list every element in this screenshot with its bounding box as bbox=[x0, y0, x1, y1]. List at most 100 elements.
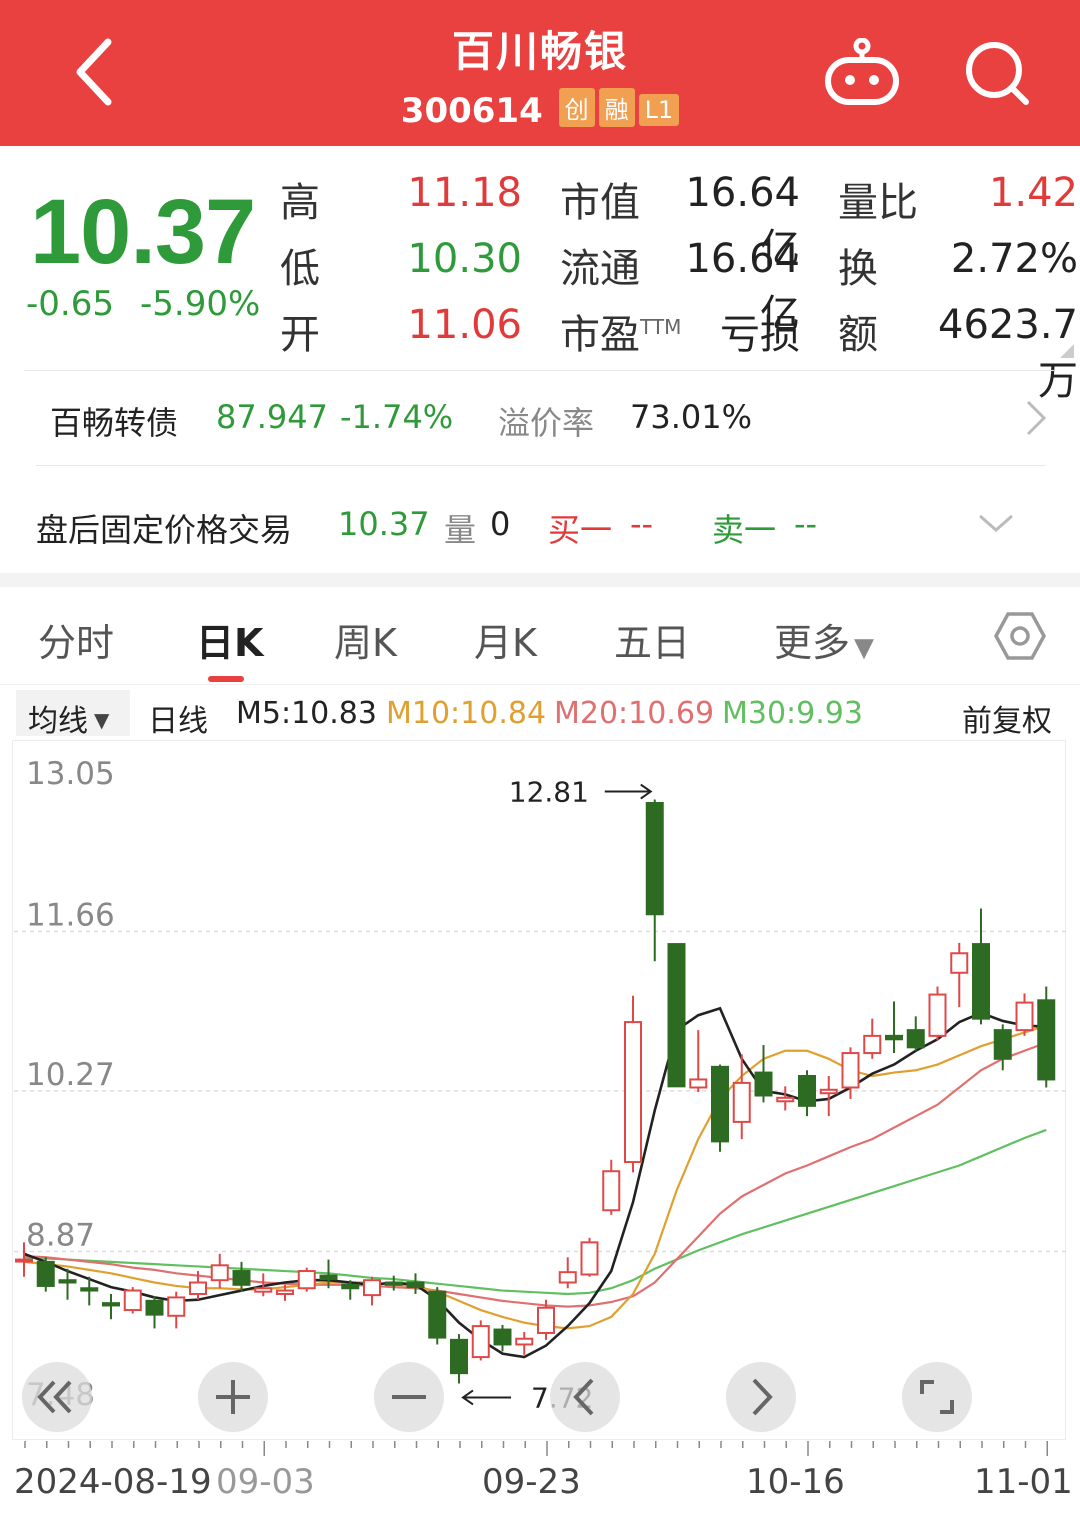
ma30-value: M30:9.93 bbox=[722, 696, 863, 731]
date-label: 11-01 bbox=[974, 1462, 1073, 1502]
ma5-value: M5:10.83 bbox=[236, 696, 377, 731]
active-tab-indicator bbox=[208, 676, 244, 682]
chevron-right-icon bbox=[1026, 400, 1047, 436]
fullscreen-button[interactable] bbox=[902, 1362, 972, 1432]
candle-body bbox=[689, 1078, 708, 1089]
float-cap-label: 流通 bbox=[560, 246, 640, 292]
chevron-left-icon bbox=[573, 1378, 594, 1416]
divider bbox=[36, 465, 1046, 466]
ma10-line bbox=[23, 1024, 1047, 1330]
ma10-value: M10:10.84 bbox=[386, 696, 547, 731]
candle-body bbox=[972, 943, 990, 1020]
candle-body bbox=[276, 1289, 294, 1295]
triangle-down-icon: ▼ bbox=[854, 633, 875, 663]
expand-corner-icon[interactable] bbox=[1060, 344, 1074, 358]
settings-hexagon-icon[interactable] bbox=[994, 610, 1046, 662]
candle-body bbox=[80, 1287, 99, 1292]
candle-body bbox=[1037, 999, 1056, 1081]
y-tick-label: 13.05 bbox=[26, 756, 115, 792]
candle-body bbox=[58, 1279, 77, 1284]
chevron-down-icon[interactable] bbox=[976, 510, 1016, 536]
low-label: 低 bbox=[280, 246, 320, 292]
volume-ratio-label: 量比 bbox=[838, 180, 918, 226]
candle-body bbox=[819, 1088, 838, 1095]
candle-body bbox=[776, 1096, 795, 1103]
candle-body bbox=[189, 1281, 207, 1295]
candle-body bbox=[950, 952, 969, 974]
price-adjust-toggle[interactable]: 前复权 bbox=[962, 696, 1052, 740]
candle-body bbox=[123, 1289, 142, 1312]
candle-body bbox=[515, 1337, 534, 1346]
zoom-out-button[interactable] bbox=[374, 1362, 444, 1432]
badge-chuang: 创 bbox=[558, 88, 595, 127]
ma20-line bbox=[23, 1041, 1047, 1308]
convertible-change: -1.74% bbox=[340, 398, 454, 436]
candle-body bbox=[906, 1029, 925, 1049]
stock-name: 百川畅银 bbox=[451, 27, 628, 76]
open-value: 11.06 bbox=[407, 302, 522, 348]
date-label: 10-16 bbox=[746, 1462, 845, 1502]
tab-intraday[interactable]: 分时 bbox=[38, 612, 114, 667]
y-tick-label: 11.66 bbox=[26, 897, 115, 933]
triangle-down-icon: ▼ bbox=[94, 708, 110, 732]
y-tick-label: 8.87 bbox=[26, 1218, 95, 1254]
rewind-button[interactable] bbox=[22, 1362, 92, 1432]
tab-more[interactable]: 更多 ▼ bbox=[774, 612, 874, 667]
candle-body bbox=[167, 1296, 186, 1317]
kline-chart[interactable]: 13.0511.6610.278.877.4812.817.72 bbox=[0, 740, 1080, 1460]
candle-body bbox=[1015, 1001, 1034, 1032]
ask-label: 卖一 bbox=[712, 511, 777, 549]
stock-code-row: 300614 创融 L1 bbox=[0, 88, 1080, 131]
robot-icon bbox=[825, 37, 899, 105]
candle-body bbox=[885, 1034, 903, 1041]
candle-body bbox=[602, 1170, 621, 1212]
candle-body bbox=[341, 1283, 360, 1290]
ask-value: -- bbox=[794, 505, 818, 543]
market-cap-label: 市值 bbox=[560, 180, 640, 226]
candle-body bbox=[667, 943, 686, 1088]
candle-body bbox=[232, 1270, 251, 1286]
date-label: 09-03 bbox=[216, 1462, 315, 1502]
tab-weekly-k[interactable]: 周K bbox=[334, 612, 397, 667]
convertible-name: 百畅转债 bbox=[50, 404, 179, 442]
ma30-line bbox=[23, 1128, 1047, 1296]
candle-body bbox=[319, 1274, 338, 1281]
candle-body bbox=[580, 1241, 599, 1276]
candle-body bbox=[254, 1287, 273, 1293]
candle-body bbox=[384, 1281, 403, 1286]
after-hours-volume: 0 bbox=[490, 505, 511, 543]
candle-body bbox=[406, 1281, 425, 1289]
premium-value: 73.01% bbox=[630, 398, 753, 436]
plus-icon bbox=[216, 1380, 250, 1414]
price-change: -0.65 bbox=[26, 284, 114, 324]
scroll-left-button[interactable] bbox=[550, 1362, 620, 1432]
y-tick-label: 10.27 bbox=[26, 1057, 115, 1093]
double-chevron-left-icon bbox=[37, 1380, 72, 1414]
turnover-value: 2.72% bbox=[950, 236, 1078, 282]
candle-body bbox=[537, 1306, 555, 1334]
zoom-in-button[interactable] bbox=[198, 1362, 268, 1432]
robot-assistant-button[interactable] bbox=[822, 37, 902, 108]
high-value: 11.18 bbox=[407, 170, 522, 216]
tab-five-day[interactable]: 五日 bbox=[614, 612, 690, 667]
last-price: 10.37 bbox=[30, 181, 256, 283]
premium-label: 溢价率 bbox=[498, 404, 595, 442]
candle-body bbox=[493, 1328, 512, 1346]
search-button[interactable] bbox=[960, 38, 1036, 110]
candle-body bbox=[732, 1081, 751, 1123]
ma20-value: M20:10.69 bbox=[554, 696, 715, 731]
candle-body bbox=[645, 801, 664, 916]
chevron-right-icon bbox=[752, 1378, 773, 1416]
tab-daily-k[interactable]: 日K bbox=[196, 612, 263, 667]
date-label: 09-23 bbox=[482, 1462, 581, 1502]
badge-level: L1 bbox=[638, 94, 680, 126]
candle-body bbox=[471, 1325, 490, 1359]
candle-body bbox=[841, 1052, 860, 1089]
tab-monthly-k[interactable]: 月K bbox=[474, 612, 537, 667]
fullscreen-icon bbox=[920, 1380, 954, 1414]
scroll-right-button[interactable] bbox=[726, 1362, 796, 1432]
candle-body bbox=[928, 993, 947, 1037]
convertible-price: 87.947 bbox=[216, 398, 328, 436]
candle-body bbox=[363, 1279, 381, 1297]
volume-ratio-value: 1.42 bbox=[988, 170, 1078, 216]
